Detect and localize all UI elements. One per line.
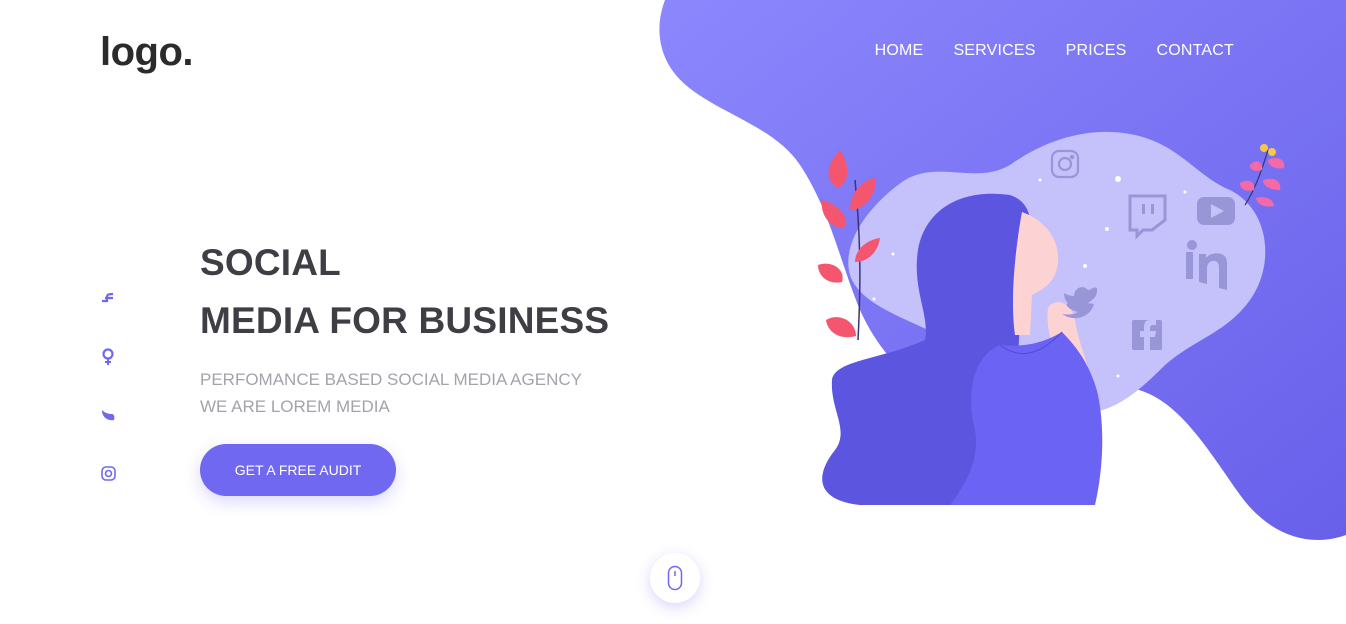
social-links xyxy=(99,290,117,482)
hero-subtitle: PERFOMANCE BASED SOCIAL MEDIA AGENCY WE … xyxy=(200,366,582,420)
landing-page: logo. HOME SERVICES PRICES CONTACT SOCIA… xyxy=(0,0,1346,624)
hero-subtitle-line2: WE ARE LOREM MEDIA xyxy=(200,397,390,416)
nav-home[interactable]: HOME xyxy=(875,42,924,60)
nav-contact[interactable]: CONTACT xyxy=(1156,42,1234,60)
floating-youtube-icon xyxy=(1197,197,1235,225)
hero-title-line2: MEDIA FOR BUSINESS xyxy=(200,300,610,341)
facebook-icon[interactable] xyxy=(99,290,117,308)
instagram-icon[interactable] xyxy=(99,464,117,482)
mouse-icon xyxy=(667,565,683,591)
google-plus-icon[interactable] xyxy=(99,348,117,366)
nav-prices[interactable]: PRICES xyxy=(1066,42,1127,60)
hero-subtitle-line1: PERFOMANCE BASED SOCIAL MEDIA AGENCY xyxy=(200,370,582,389)
logo[interactable]: logo. xyxy=(100,30,194,75)
free-audit-button[interactable]: GET A FREE AUDIT xyxy=(200,444,396,496)
twitter-icon[interactable] xyxy=(99,406,117,424)
hero-title-line1: SOCIAL xyxy=(200,242,341,283)
hero-title: SOCIAL MEDIA FOR BUSINESS xyxy=(200,234,609,350)
nav-services[interactable]: SERVICES xyxy=(953,42,1035,60)
main-nav: HOME SERVICES PRICES CONTACT xyxy=(875,42,1234,60)
scroll-down-button[interactable] xyxy=(650,553,700,603)
floating-facebook-icon xyxy=(1132,320,1162,350)
